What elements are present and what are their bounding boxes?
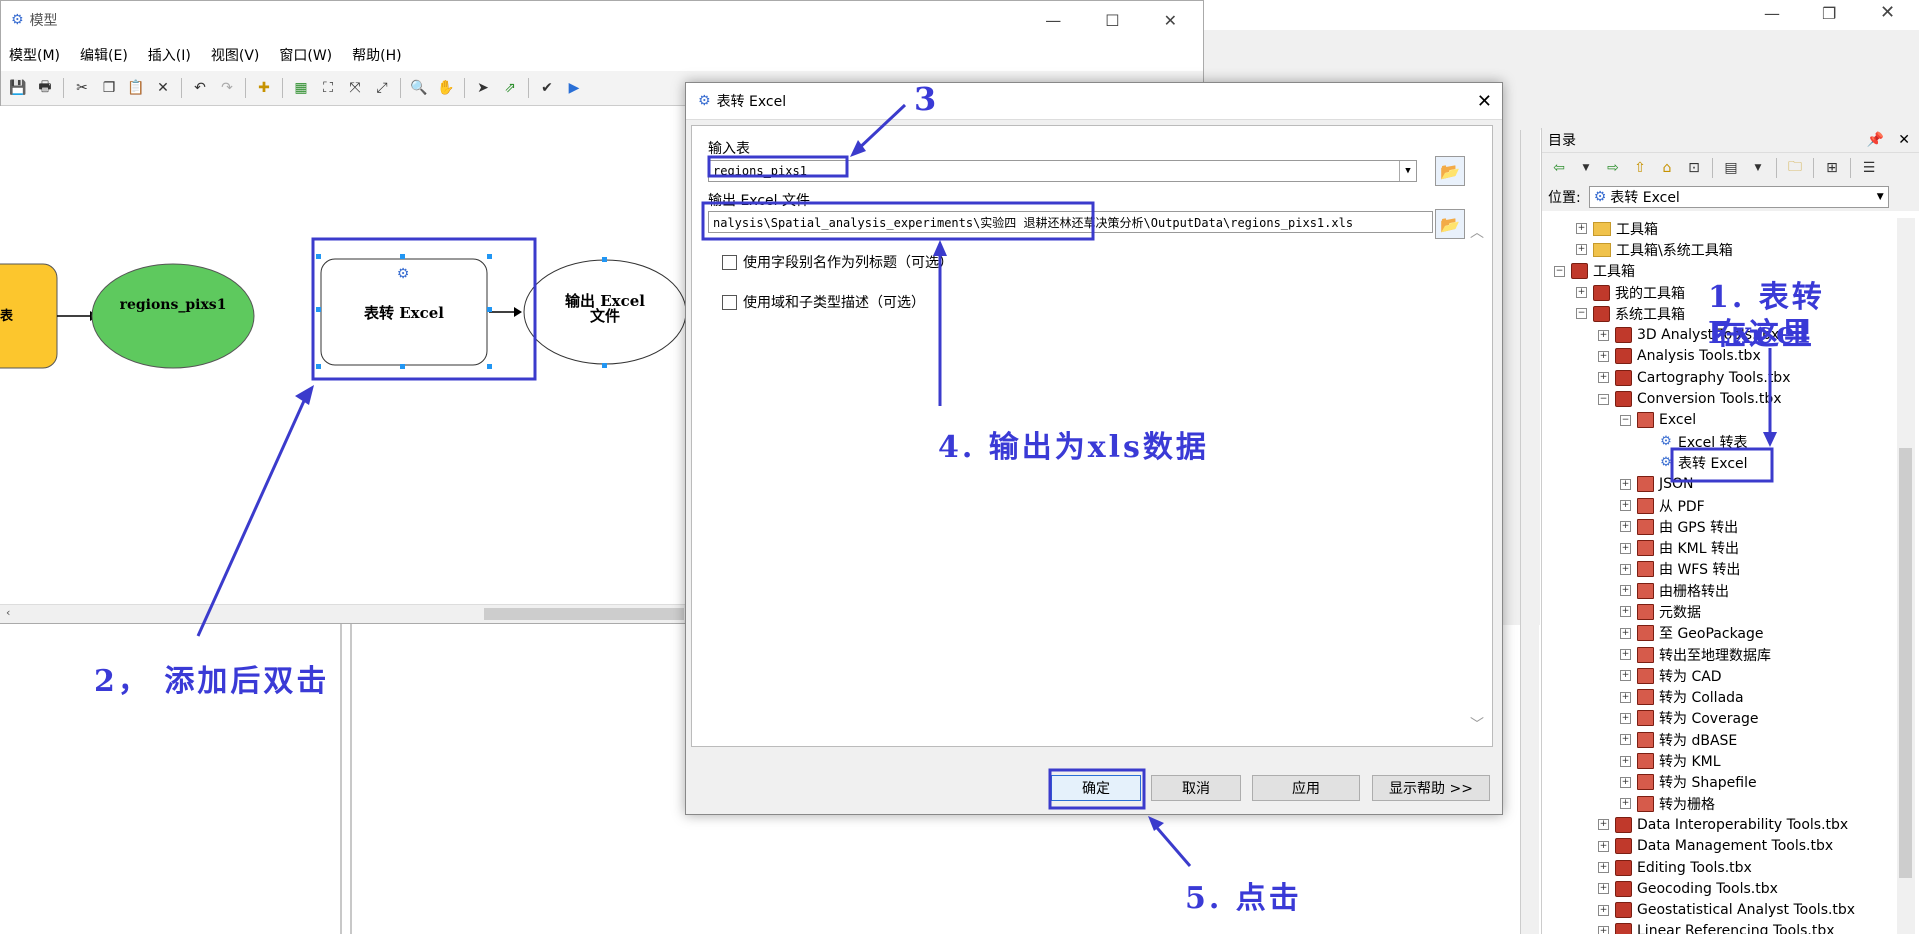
arrowhead [933,240,947,256]
annotation-step4: 4. 输出为xls数据 [938,430,1209,465]
input-table-highlight [707,155,849,178]
annotation-overlay [196,103,1777,867]
annotation-step2: 2， 添加后双击 [94,664,330,699]
arrowhead [295,385,314,405]
annotation-arrow-5 [1150,821,1192,867]
annotation-arrow-2 [196,391,310,637]
ok-button-highlight [1048,768,1146,810]
annotation-step5: 5. 点击 [1185,881,1302,916]
annotation-step1-line2: 在这里 [1716,317,1815,352]
arrowhead [1763,432,1777,447]
arrowhead [1148,816,1164,831]
tool-node-highlight [311,237,537,381]
annotation-step3: 3 [914,80,940,118]
output-file-highlight [701,201,1095,241]
catalog-tool-highlight [1670,447,1774,483]
annotation-arrow-3 [853,103,907,154]
